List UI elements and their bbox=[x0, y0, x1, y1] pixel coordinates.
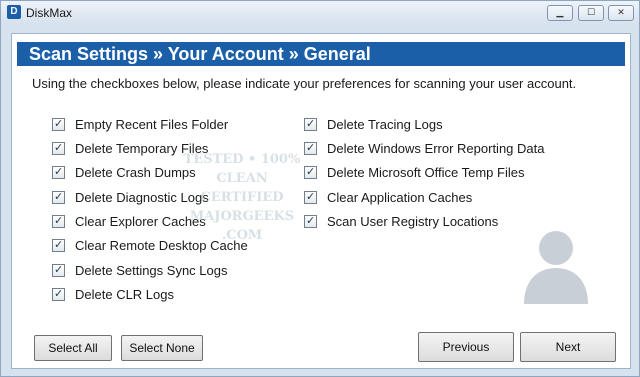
option-label: Delete Settings Sync Logs bbox=[75, 262, 228, 278]
watermark-line: .COM bbox=[221, 228, 263, 243]
main-panel: Scan Settings » Your Account » General U… bbox=[11, 33, 631, 369]
instructions-text: Using the checkboxes below, please indic… bbox=[32, 76, 577, 91]
title-bar[interactable]: D DiskMax ▁ ☐ ✕ bbox=[1, 1, 639, 25]
checkbox[interactable] bbox=[52, 117, 65, 131]
option-delete-settings-sync-logs[interactable]: Delete Settings Sync Logs bbox=[52, 261, 227, 279]
close-icon: ✕ bbox=[617, 8, 625, 18]
checkbox[interactable] bbox=[52, 263, 65, 277]
window-title: DiskMax bbox=[26, 6, 73, 20]
option-label: Empty Recent Files Folder bbox=[75, 116, 229, 132]
next-button[interactable]: Next bbox=[520, 332, 616, 362]
watermark-line: TESTED • 100% CLEAN bbox=[183, 152, 301, 186]
app-window: D DiskMax ▁ ☐ ✕ Scan Settings » Your Acc… bbox=[0, 0, 640, 377]
option-delete-office-temp-files[interactable]: Delete Microsoft Office Temp Files bbox=[304, 163, 524, 181]
minimize-icon: ▁ bbox=[556, 8, 564, 18]
select-none-button[interactable]: Select None bbox=[121, 335, 203, 361]
select-all-button[interactable]: Select All bbox=[34, 335, 112, 361]
checkbox[interactable] bbox=[52, 165, 65, 179]
watermark-line: MAJORGEEKS bbox=[189, 209, 295, 224]
option-label: Delete CLR Logs bbox=[75, 286, 174, 302]
watermark: TESTED • 100% CLEAN CERTIFIED MAJORGEEKS… bbox=[172, 150, 312, 246]
option-delete-tracing-logs[interactable]: Delete Tracing Logs bbox=[304, 115, 443, 133]
checkbox[interactable] bbox=[52, 141, 65, 155]
option-label: Delete Microsoft Office Temp Files bbox=[327, 164, 525, 180]
checkbox[interactable] bbox=[304, 117, 317, 131]
close-button[interactable]: ✕ bbox=[608, 5, 634, 21]
user-avatar-icon bbox=[524, 231, 588, 304]
option-empty-recent-files[interactable]: Empty Recent Files Folder bbox=[52, 115, 228, 133]
option-clear-application-caches[interactable]: Clear Application Caches bbox=[304, 188, 472, 206]
maximize-icon: ☐ bbox=[586, 8, 596, 18]
option-delete-clr-logs[interactable]: Delete CLR Logs bbox=[52, 285, 174, 303]
watermark-line: CERTIFIED bbox=[200, 190, 284, 205]
option-label: Scan User Registry Locations bbox=[327, 213, 499, 229]
option-delete-windows-error-reporting[interactable]: Delete Windows Error Reporting Data bbox=[304, 139, 544, 157]
checkbox[interactable] bbox=[52, 190, 65, 204]
maximize-button[interactable]: ☐ bbox=[578, 5, 604, 21]
checkbox[interactable] bbox=[52, 287, 65, 301]
previous-button[interactable]: Previous bbox=[418, 332, 514, 362]
option-label: Clear Application Caches bbox=[327, 189, 473, 205]
minimize-button[interactable]: ▁ bbox=[547, 5, 573, 21]
option-label: Delete Windows Error Reporting Data bbox=[327, 140, 545, 156]
page-title: Scan Settings » Your Account » General bbox=[17, 42, 625, 66]
checkbox[interactable] bbox=[52, 214, 65, 228]
disk-icon: D bbox=[7, 5, 21, 19]
option-label: Delete Tracing Logs bbox=[327, 116, 443, 132]
checkbox[interactable] bbox=[52, 238, 65, 252]
option-scan-user-registry[interactable]: Scan User Registry Locations bbox=[304, 212, 498, 230]
